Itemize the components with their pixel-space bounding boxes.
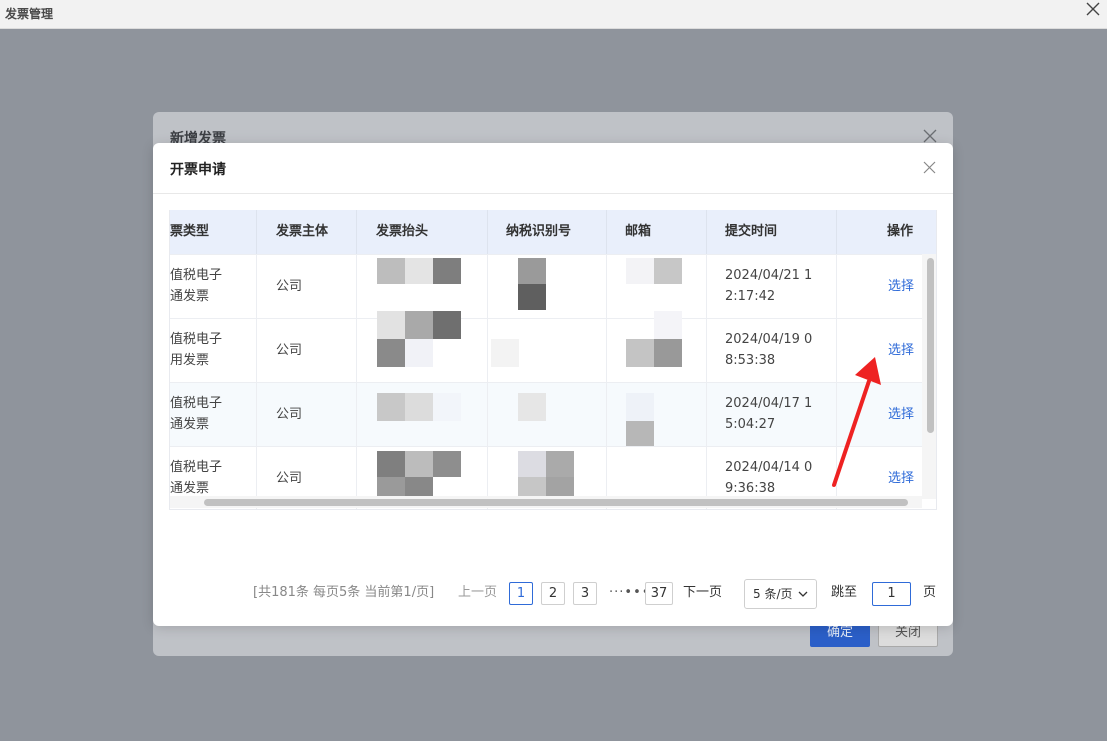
vertical-scrollbar-thumb[interactable]	[927, 258, 934, 433]
pagination-summary: [共181条 每页5条 当前第1/页]	[253, 585, 435, 600]
close-icon[interactable]	[1085, 1, 1101, 17]
select-link[interactable]: 选择	[888, 471, 914, 486]
cell-title-redacted	[357, 383, 488, 447]
horizontal-scrollbar[interactable]	[170, 496, 922, 508]
cell-title-redacted	[357, 255, 488, 319]
last-page-button[interactable]: 37	[645, 582, 673, 605]
header-entity: 发票主体	[257, 210, 357, 254]
close-icon[interactable]	[923, 129, 937, 143]
cell-type: 值税电子 通发票	[170, 383, 257, 447]
cell-entity: 公司	[257, 255, 357, 319]
page-1-button[interactable]: 1	[509, 582, 533, 605]
cell-submit-time: 2024/04/19 0 8:53:38	[707, 319, 837, 383]
page-size-value: 5 条/页	[753, 587, 793, 601]
header-submit-time: 提交时间	[707, 210, 837, 254]
table-header: 票类型 发票主体 发票抬头 纳税识别号 邮箱 提交时间 操作	[170, 210, 936, 254]
annotation-arrow-icon	[832, 357, 881, 487]
table-row: 值税电子 通发票 公司 2024/04/17 1 5:04:27 选择	[170, 382, 922, 447]
page-2-button[interactable]: 2	[541, 582, 565, 605]
page-unit-label: 页	[923, 585, 937, 600]
select-link[interactable]: 选择	[888, 407, 914, 422]
cell-tax-id-redacted	[488, 255, 607, 319]
page-3-button[interactable]: 3	[573, 582, 597, 605]
cell-type: 值税电子 通发票	[170, 255, 257, 319]
table-row: 值税电子 用发票 公司 2024/04/19 0 8:53:38 选择	[170, 311, 922, 383]
cell-entity: 公司	[257, 383, 357, 447]
window-title: 发票管理	[5, 7, 54, 21]
cell-entity: 公司	[257, 319, 357, 383]
cell-email-redacted	[607, 383, 707, 447]
cell-tax-id-redacted	[488, 319, 607, 383]
select-link[interactable]: 选择	[888, 343, 914, 358]
header-email: 邮箱	[607, 210, 707, 254]
cell-submit-time: 2024/04/21 1 2:17:42	[707, 255, 837, 319]
header-tax-id: 纳税识别号	[488, 210, 607, 254]
cell-type: 值税电子 用发票	[170, 319, 257, 383]
vertical-scrollbar[interactable]	[922, 254, 936, 499]
header-title: 发票抬头	[357, 210, 488, 254]
goto-label: 跳至	[831, 585, 858, 600]
header-action: 操作	[886, 224, 913, 239]
cell-email-redacted	[607, 311, 707, 383]
window-titlebar: 发票管理	[0, 0, 1107, 29]
dialog-title: 开票申请	[170, 162, 226, 178]
cell-action: 选择	[837, 255, 922, 319]
pagination: [共181条 每页5条 当前第1/页] 上一页 1 2 3 ···••• 37 …	[153, 579, 953, 609]
table-row: 值税电子 通发票 公司 2024/04/21 1 2:17:42 选择	[170, 254, 922, 319]
close-icon[interactable]	[923, 161, 936, 174]
cell-email-redacted	[607, 255, 707, 319]
goto-page-input[interactable]: 1	[872, 582, 911, 606]
invoice-table: 票类型 发票主体 发票抬头 纳税识别号 邮箱 提交时间 操作 值税电子 通发票 …	[169, 210, 937, 510]
prev-page-button[interactable]: 上一页	[458, 579, 497, 607]
cell-submit-time: 2024/04/17 1 5:04:27	[707, 383, 837, 447]
header-type: 票类型	[170, 210, 257, 254]
cell-title-redacted	[357, 311, 488, 383]
divider	[153, 193, 953, 194]
cell-tax-id-redacted	[488, 383, 607, 447]
next-page-button[interactable]: 下一页	[683, 579, 722, 607]
horizontal-scrollbar-thumb[interactable]	[204, 499, 908, 506]
select-link[interactable]: 选择	[888, 279, 914, 294]
page-size-select[interactable]: 5 条/页	[744, 579, 817, 609]
chevron-down-icon	[798, 591, 808, 597]
